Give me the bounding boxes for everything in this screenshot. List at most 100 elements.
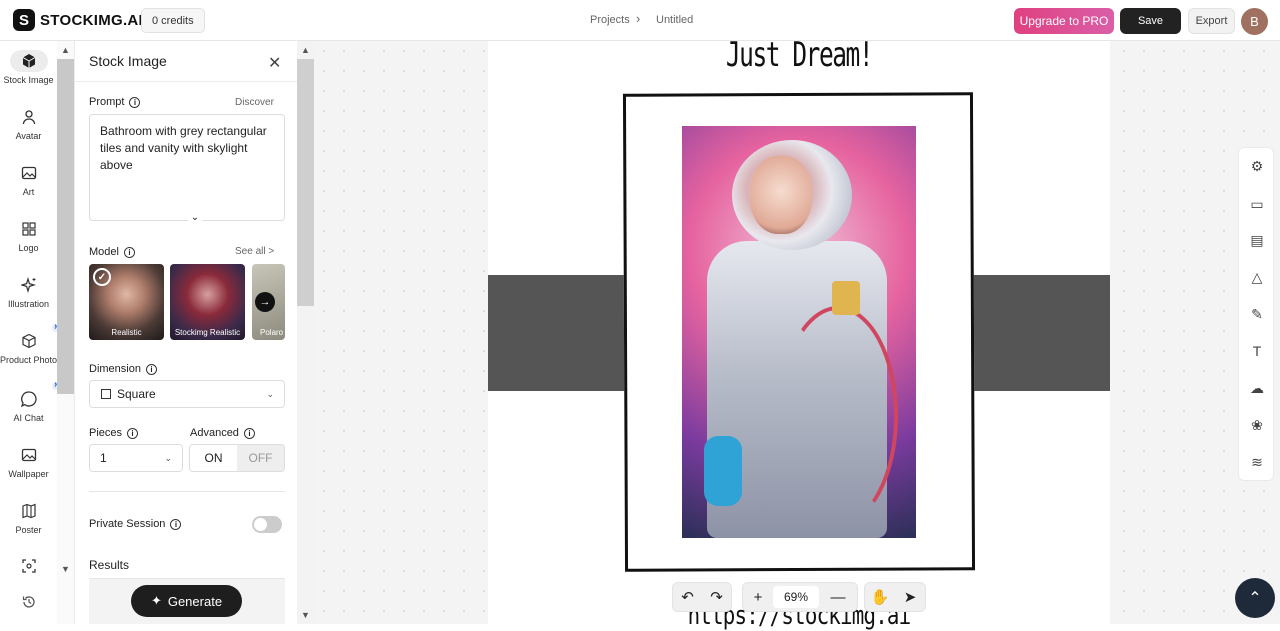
credits-badge[interactable]: 0 credits bbox=[141, 8, 205, 33]
brand-name: STOCKIMG.AI bbox=[40, 11, 144, 29]
left-nav: Stock Image Avatar Art Logo Illustration… bbox=[0, 41, 72, 624]
pointer-icon[interactable]: ➤ bbox=[895, 583, 925, 611]
brand-logo[interactable]: S STOCKIMG.AI bbox=[13, 9, 143, 31]
layers-icon[interactable]: ≋ bbox=[1239, 450, 1275, 474]
private-session-switch[interactable] bbox=[252, 516, 282, 533]
nav-item-art[interactable]: Art bbox=[0, 162, 57, 197]
advanced-label: Advanced i bbox=[190, 427, 255, 439]
nav-label: Wallpaper bbox=[8, 469, 49, 479]
astronaut-face bbox=[750, 156, 812, 234]
scroll-up-icon[interactable]: ▲ bbox=[57, 43, 74, 57]
divider bbox=[89, 491, 285, 492]
private-session-label: Private Session i bbox=[89, 518, 182, 530]
nav-label: Illustration bbox=[7, 299, 50, 309]
info-icon[interactable]: i bbox=[123, 246, 135, 258]
nav-scrollbar[interactable]: ▲ ▼ bbox=[57, 41, 74, 624]
info-icon[interactable]: i bbox=[145, 363, 157, 375]
nav-item-stock-image[interactable]: Stock Image bbox=[0, 50, 57, 85]
scroll-down-icon[interactable]: ▼ bbox=[297, 608, 314, 622]
avatar[interactable]: B bbox=[1241, 8, 1268, 35]
zoom-in-icon[interactable]: + bbox=[743, 583, 773, 611]
nav-item-wallpaper[interactable]: Wallpaper bbox=[0, 444, 57, 479]
square-icon bbox=[101, 389, 111, 399]
save-button[interactable]: Save bbox=[1120, 8, 1181, 34]
undo-icon[interactable]: ↶ bbox=[673, 583, 702, 611]
check-icon: ✓ bbox=[93, 268, 111, 286]
astronaut-image[interactable] bbox=[682, 126, 916, 538]
stock-image-panel: Stock Image ✕ Prompt i Discover Bathroom… bbox=[74, 41, 298, 624]
folder-icon[interactable]: ▭ bbox=[1239, 192, 1275, 216]
upgrade-button[interactable]: Upgrade to PRO bbox=[1014, 8, 1114, 34]
prompt-input[interactable]: Bathroom with grey rectangular tiles and… bbox=[89, 114, 285, 221]
prompt-label-text: Prompt bbox=[89, 96, 125, 108]
advanced-off-button[interactable]: OFF bbox=[237, 445, 284, 471]
nav-item-focus[interactable] bbox=[0, 555, 57, 577]
text-icon[interactable]: T bbox=[1239, 339, 1275, 363]
scroll-down-icon[interactable]: ▼ bbox=[57, 562, 74, 576]
upload-icon[interactable]: ☁ bbox=[1239, 376, 1275, 400]
astronaut-glove bbox=[704, 436, 742, 506]
design-page[interactable]: Just Dream! https://stockimg.ai bbox=[488, 35, 1110, 631]
dimension-select[interactable]: Square ⌄ bbox=[89, 380, 285, 408]
model-card-realistic[interactable]: ✓ Realistic bbox=[89, 264, 164, 340]
flag-patch bbox=[832, 281, 860, 315]
info-icon[interactable]: i bbox=[170, 518, 182, 530]
dimension-value: Square bbox=[117, 387, 156, 401]
panel-header: Stock Image ✕ bbox=[75, 41, 298, 82]
scroll-top-icon[interactable]: ⌃ bbox=[1235, 578, 1275, 618]
private-session-text: Private Session bbox=[89, 518, 166, 530]
shapes-icon[interactable]: △ bbox=[1239, 265, 1275, 289]
chevron-down-icon[interactable]: ⌄ bbox=[187, 209, 203, 225]
info-icon[interactable]: i bbox=[243, 427, 255, 439]
layout-icon[interactable]: ▤ bbox=[1239, 228, 1275, 252]
advanced-on-button[interactable]: ON bbox=[190, 445, 237, 471]
page-headline[interactable]: Just Dream! bbox=[575, 35, 1023, 75]
model-label-text: Model bbox=[89, 246, 119, 258]
scroll-thumb[interactable] bbox=[57, 59, 74, 394]
prompt-label: Prompt i bbox=[89, 96, 141, 108]
switch-knob bbox=[254, 518, 267, 531]
dimension-label-text: Dimension bbox=[89, 363, 141, 375]
canvas[interactable]: Just Dream! https://stockimg.ai ↶ ↷ + 69… bbox=[314, 35, 1280, 631]
nav-item-poster[interactable]: Poster bbox=[0, 500, 57, 535]
sticker-icon[interactable]: ❀ bbox=[1239, 413, 1275, 437]
person-icon bbox=[18, 106, 40, 128]
close-icon[interactable]: ✕ bbox=[268, 53, 281, 73]
brush-icon[interactable]: ✎ bbox=[1239, 302, 1275, 326]
sparkle-icon bbox=[18, 274, 40, 296]
model-card-stockimg-realistic[interactable]: Stockimg Realistic bbox=[170, 264, 245, 340]
nav-item-ai-chat[interactable]: NEW AI Chat bbox=[0, 382, 72, 423]
scroll-thumb[interactable] bbox=[297, 59, 314, 306]
discover-link[interactable]: Discover bbox=[235, 97, 274, 108]
see-all-link[interactable]: See all > bbox=[235, 246, 274, 257]
advanced-toggle[interactable]: ON OFF bbox=[189, 444, 285, 472]
hand-icon[interactable]: ✋ bbox=[865, 583, 895, 611]
export-button[interactable]: Export bbox=[1188, 8, 1235, 34]
results-label: Results bbox=[89, 558, 130, 572]
grid-icon bbox=[18, 218, 40, 240]
settings-icon[interactable]: ⚙ bbox=[1239, 154, 1275, 178]
nav-item-history[interactable] bbox=[0, 591, 57, 613]
pieces-select[interactable]: 1 ⌄ bbox=[89, 444, 183, 472]
nav-item-logo[interactable]: Logo bbox=[0, 218, 57, 253]
panel-title: Stock Image bbox=[89, 53, 167, 69]
breadcrumb-projects[interactable]: Projects bbox=[590, 14, 630, 26]
image-icon bbox=[18, 162, 40, 184]
breadcrumb-untitled[interactable]: Untitled bbox=[656, 14, 693, 26]
nav-label: AI Chat bbox=[13, 413, 44, 423]
arrow-right-icon[interactable]: → bbox=[255, 292, 275, 312]
redo-icon[interactable]: ↷ bbox=[702, 583, 731, 611]
nav-item-illustration[interactable]: Illustration bbox=[0, 274, 57, 309]
info-icon[interactable]: i bbox=[129, 96, 141, 108]
info-icon[interactable]: i bbox=[127, 427, 139, 439]
wallpaper-icon bbox=[18, 444, 40, 466]
chevron-down-icon: ⌄ bbox=[164, 452, 172, 463]
panel-scrollbar[interactable]: ▲ ▼ bbox=[297, 41, 314, 624]
scroll-up-icon[interactable]: ▲ bbox=[297, 43, 314, 57]
nav-item-product-photo[interactable]: NEW Product Photo bbox=[0, 324, 72, 365]
nav-item-avatar[interactable]: Avatar bbox=[0, 106, 57, 141]
generate-button[interactable]: ✦ Generate bbox=[131, 585, 242, 617]
zoom-level[interactable]: 69% bbox=[773, 586, 819, 608]
box-icon: NEW bbox=[18, 324, 72, 352]
zoom-out-icon[interactable]: — bbox=[819, 583, 857, 611]
